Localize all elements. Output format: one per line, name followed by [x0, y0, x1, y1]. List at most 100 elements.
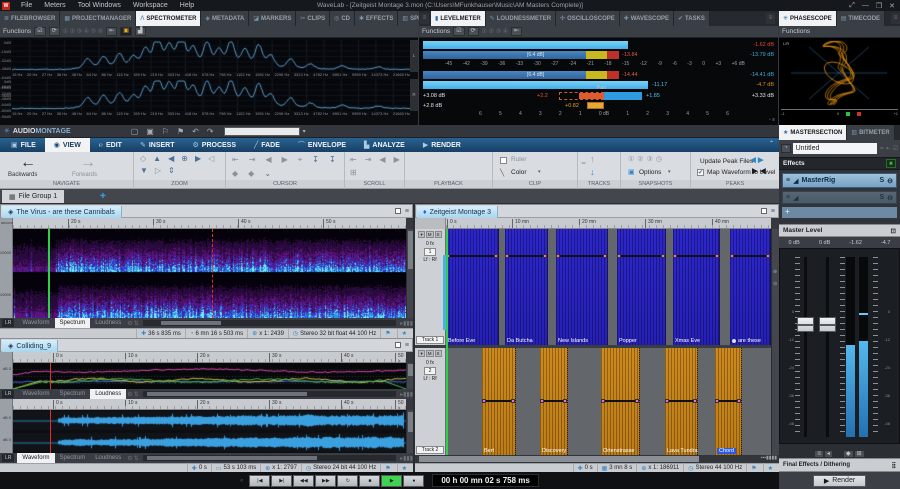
track-fx-label[interactable]: 0 fx: [415, 241, 445, 247]
cursor-tool-icon[interactable]: ◆: [248, 169, 254, 178]
zoom-tool-icon[interactable]: ◁: [208, 154, 214, 163]
colliding-hscrollbar[interactable]: [143, 391, 396, 397]
status-segment[interactable]: ★: [397, 329, 413, 339]
forwards-arrow-icon[interactable]: →: [80, 154, 96, 172]
colliding-waveform-display[interactable]: [13, 410, 406, 453]
bitmeter-tab[interactable]: ▥BITMETER: [847, 125, 894, 140]
backwards-arrow-icon[interactable]: ←: [20, 154, 36, 172]
zoom-tool-icon[interactable]: ▶: [195, 154, 201, 163]
quick-tool-icon[interactable]: ⚐: [162, 127, 169, 136]
meter-tab[interactable]: ▮LEVELMETER: [431, 11, 486, 26]
layout-icon[interactable]: ▟: [135, 27, 146, 36]
ribbon-tab[interactable]: ⌒ENVELOPE: [289, 138, 355, 152]
strip-menu-icon[interactable]: ≡: [420, 13, 429, 24]
clip-envelope[interactable]: [673, 255, 719, 257]
status-segment[interactable]: ◔6 mn 16 s 503 ms: [185, 329, 247, 339]
envelope-node[interactable]: [603, 254, 607, 258]
zoom-out-icon[interactable]: ⊖: [773, 281, 777, 287]
effect-slot-empty[interactable]: ≡◢ S⊖: [782, 191, 897, 204]
mute-button[interactable]: M: [426, 350, 434, 357]
zoom-tool-icon[interactable]: ⊕: [181, 154, 188, 163]
track-down-icon[interactable]: ↓: [590, 167, 595, 177]
track-number-button[interactable]: 1: [424, 248, 436, 256]
clip-envelope[interactable]: [446, 255, 498, 257]
functions-menu[interactable]: Functions: [782, 28, 810, 35]
snapshot-slot-icon[interactable]: ①: [628, 155, 634, 163]
view-settings-icon[interactable]: ⚙: [127, 391, 132, 398]
cursor-tool-icon[interactable]: ▶: [282, 155, 288, 165]
meter-tab[interactable]: ▦PROJECTMANAGER: [60, 11, 136, 26]
virus-ruler[interactable]: 20 s30 s40 s50 s: [13, 218, 406, 229]
envelope-node[interactable]: [617, 254, 621, 258]
transport-button[interactable]: ▶: [381, 475, 402, 487]
meter-tab[interactable]: ▥SPECTROSCOPE: [398, 11, 419, 26]
menu-item[interactable]: Help: [174, 2, 200, 9]
montage-clip[interactable]: Xmas Eve: [673, 229, 720, 345]
view-tab[interactable]: Loudness: [90, 389, 126, 399]
status-segment[interactable]: ⊕x 1: 2439: [247, 329, 288, 339]
preset-name-field[interactable]: Untitled: [793, 143, 878, 154]
scroll-tool-icon[interactable]: ⊞: [350, 168, 357, 177]
final-effects-header[interactable]: Final Effects / Dithering⣿: [779, 458, 900, 472]
montage-clip[interactable]: Chord: [715, 348, 742, 455]
montage-ruler[interactable]: 0 s10 mn20 mn30 mn40 mn: [446, 218, 771, 229]
view-tab[interactable]: Spectrum: [55, 389, 91, 399]
track-up-icon[interactable]: ↑: [590, 154, 595, 164]
left-channel-tab[interactable]: L: [410, 40, 418, 72]
transport-button[interactable]: ▶▶: [315, 475, 336, 487]
transport-button[interactable]: ↻: [337, 475, 358, 487]
envelope-node[interactable]: [737, 399, 741, 403]
cursor-tool-icon[interactable]: ↧: [312, 155, 319, 165]
view-settings-icon[interactable]: ⚙: [127, 455, 132, 462]
virus-hscrollbar[interactable]: [143, 320, 396, 326]
snapshot-slot-icon[interactable]: ◷: [656, 155, 662, 163]
track-fx-label[interactable]: 0 fx: [415, 360, 445, 366]
color-label[interactable]: Color: [511, 169, 527, 176]
menu-item[interactable]: Meters: [38, 2, 71, 9]
window-menu-icon[interactable]: ≡: [405, 208, 409, 215]
audition-icon[interactable]: ◂: [824, 450, 833, 458]
meter-tab[interactable]: ✱EFFECTS: [355, 11, 398, 26]
envelope-node[interactable]: [635, 399, 639, 403]
transport-button[interactable]: ■: [359, 475, 380, 487]
cursor-tool-icon[interactable]: ◀: [265, 155, 271, 165]
quick-tool-icon[interactable]: ↶: [192, 127, 199, 136]
track-routing-label[interactable]: Lf : Rf: [415, 376, 445, 382]
clip-envelope[interactable]: [730, 255, 770, 257]
zoom-tool-icon[interactable]: ⇕: [168, 166, 175, 175]
bypass-icon[interactable]: ⊖: [887, 177, 893, 185]
envelope-node[interactable]: [766, 254, 770, 258]
ribbon-tab[interactable]: ▣FILE: [2, 138, 45, 152]
solo-button[interactable]: S: [435, 231, 442, 238]
status-segment[interactable]: ✚36 s 835 ms: [136, 329, 185, 339]
color-dropdown-icon[interactable]: ▾: [538, 169, 541, 175]
envelope-node[interactable]: [673, 254, 677, 258]
meter-tab[interactable]: ✳PHASESCOPE: [779, 11, 837, 26]
colliding-hscrollbar2[interactable]: [143, 455, 396, 461]
preset-history-icon[interactable]: ◔: [781, 144, 791, 153]
ribbon-tab[interactable]: ℮EDIT: [90, 138, 131, 152]
envelope-node[interactable]: [543, 254, 547, 258]
montage-clip[interactable]: Da Butcha: [505, 229, 548, 345]
window-checkbox[interactable]: [395, 342, 401, 348]
solo-effect-button[interactable]: S: [879, 177, 884, 184]
ribbon-tab[interactable]: ⚙PROCESS: [184, 138, 246, 152]
fader-handle-left[interactable]: [797, 317, 814, 332]
montage-clip[interactable]: are these: [730, 229, 771, 345]
montage-clip[interactable]: Discovery: [540, 348, 568, 455]
meter-tab[interactable]: ✂CLIPS: [296, 11, 330, 26]
ruler-checkbox[interactable]: [500, 157, 507, 164]
montage-clip[interactable]: New Islands: [556, 229, 608, 345]
options-dropdown-icon[interactable]: ▾: [668, 169, 671, 175]
scroll-tool-icon[interactable]: ⇥: [365, 155, 372, 164]
add-group-icon[interactable]: ✚: [100, 192, 106, 200]
envelope-node[interactable]: [715, 399, 719, 403]
meter-tab[interactable]: ◪MARKERS: [249, 11, 296, 26]
status-segment[interactable]: ◷Stereo 32 bit float 44 100 Hz: [288, 329, 380, 339]
colliding-loudness-ruler[interactable]: 0 s10 s20 s30 s40 s50 s: [13, 352, 406, 363]
lr-tab[interactable]: LR: [2, 319, 14, 327]
montage-window-tab[interactable]: ♦Zeitgeist Montage 3: [417, 206, 498, 218]
virus-spectrogram-area[interactable]: [13, 229, 406, 318]
view-tab[interactable]: Loudness: [90, 318, 126, 328]
window-checkbox[interactable]: [761, 208, 767, 214]
